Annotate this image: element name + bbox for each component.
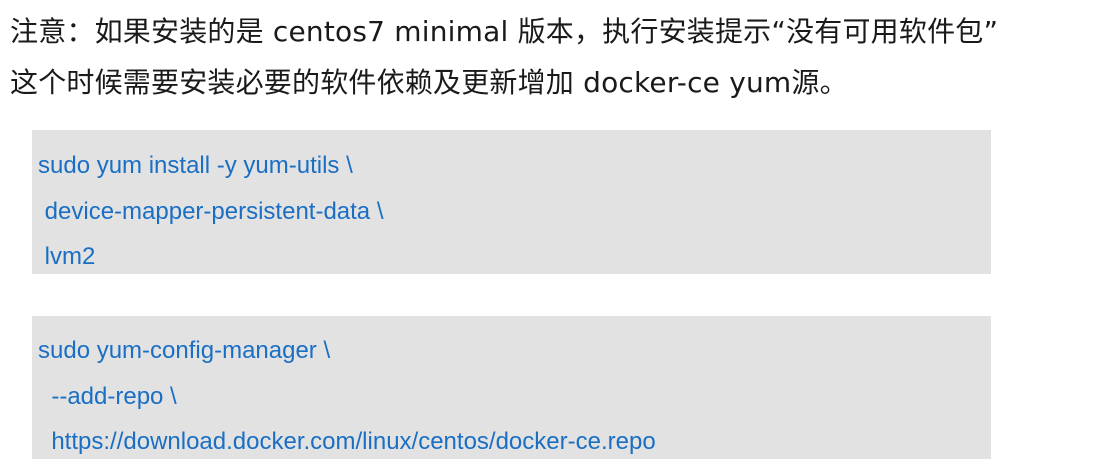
code-line: sudo yum-config-manager \ [38,337,331,364]
code-line-link: https://download.docker.com/linux/centos… [38,428,656,455]
code-line: device-mapper-persistent-data \ [38,197,384,225]
code-line: --add-repo \ [38,382,177,410]
note-paragraph: 注意：如果安装的是 centos7 minimal 版本，执行安装提示“没有可用… [10,6,1102,108]
code-block-add-repo: sudo yum-config-manager \ --add-repo \ h… [32,316,991,459]
code-line: lvm2 [38,243,96,270]
code-block-install: sudo yum install -y yum-utils \ device-m… [32,130,991,274]
note-line-2: 这个时候需要安装必要的软件依赖及更新增加 docker-ce yum源。 [10,66,848,99]
note-line-1: 注意：如果安装的是 centos7 minimal 版本，执行安装提示“没有可用… [10,15,999,48]
code-line: sudo yum install -y yum-utils \ [38,152,353,179]
